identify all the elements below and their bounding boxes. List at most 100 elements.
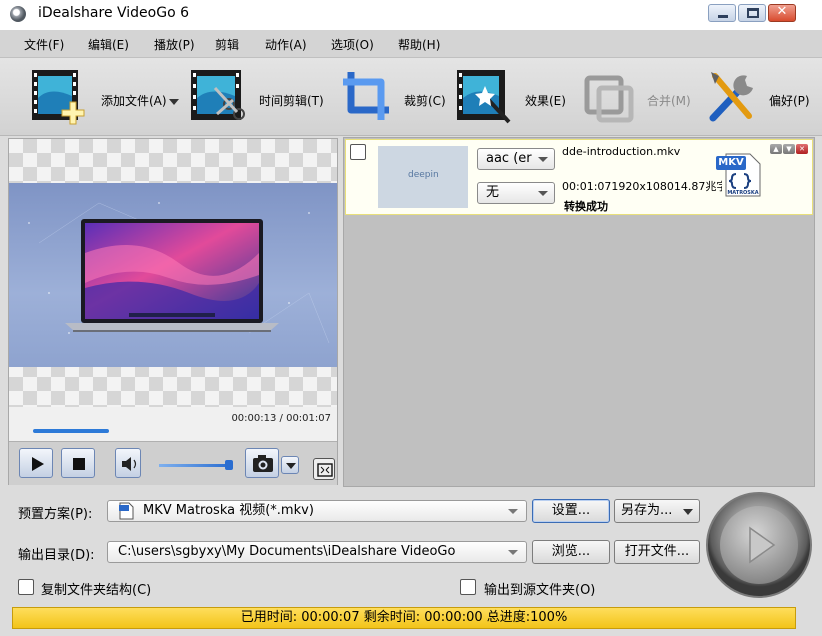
output-source-label: 输出到源文件夹(O) <box>484 583 596 598</box>
chevron-down-icon <box>683 509 693 515</box>
menu-clip[interactable]: 剪辑 <box>215 36 239 53</box>
chevron-down-icon <box>538 191 548 196</box>
menu-bar: 文件(F) 编辑(E) 播放(P) 剪辑 动作(A) 选项(O) 帮助(H) <box>0 30 822 58</box>
menu-help[interactable]: 帮助(H) <box>398 36 440 53</box>
playback-info: 00:00:13 / 00:01:07 <box>9 407 337 441</box>
file-name: dde-introduction.mkv <box>562 145 681 158</box>
chevron-down-icon <box>508 509 518 514</box>
menu-edit[interactable]: 编辑(E) <box>88 36 129 53</box>
output-label: 输出目录(D): <box>18 548 95 563</box>
stop-icon <box>73 458 85 470</box>
fullscreen-icon <box>317 463 333 477</box>
menu-action[interactable]: 动作(A) <box>265 36 307 53</box>
save-as-label: 另存为... <box>621 503 673 518</box>
trim-icon <box>191 70 245 120</box>
crop-icon <box>343 72 389 120</box>
window-title: iDealshare VideoGo 6 <box>38 5 190 21</box>
app-window: iDealshare VideoGo 6 ✕ 文件(F) 编辑(E) 播放(P)… <box>0 0 822 636</box>
save-as-button[interactable]: 另存为... <box>614 499 700 523</box>
add-file-button[interactable]: 添加文件(A) <box>0 58 185 136</box>
thumbnail-text: deepin <box>408 170 439 180</box>
mkv-icon <box>119 502 134 520</box>
status-bar: 已用时间: 00:00:07 剩余时间: 00:00:00 总进度:100% <box>12 607 796 629</box>
maximize-button[interactable] <box>738 4 766 22</box>
play-button[interactable] <box>19 448 53 478</box>
fullscreen-button[interactable] <box>313 458 335 480</box>
settings-button[interactable]: 设置... <box>532 499 610 523</box>
remove-button[interactable]: ✕ <box>796 144 808 154</box>
move-down-button[interactable]: ▼ <box>783 144 795 154</box>
crop-label: 裁剪(C) <box>404 94 446 108</box>
audio-track-select[interactable]: aac (er <box>477 148 555 170</box>
menu-file[interactable]: 文件(F) <box>24 36 64 53</box>
mute-button[interactable] <box>115 448 141 478</box>
open-folder-button[interactable]: 打开文件... <box>614 540 700 564</box>
subtitle-select[interactable]: 无 <box>477 182 555 204</box>
video-frame <box>9 183 337 367</box>
preview-panel: 00:00:13 / 00:01:07 <box>8 138 338 485</box>
copy-structure-checkbox[interactable] <box>18 579 34 595</box>
close-icon: ✕ <box>776 4 788 19</box>
browse-button[interactable]: 浏览... <box>532 540 610 564</box>
preferences-label: 偏好(P) <box>769 94 810 108</box>
trim-label: 时间剪辑(T) <box>259 94 324 108</box>
audio-track-value: aac (er <box>486 151 532 166</box>
menu-options[interactable]: 选项(O) <box>331 36 374 53</box>
preview-canvas <box>9 139 337 441</box>
move-up-button[interactable]: ▲ <box>770 144 782 154</box>
toolbar: 添加文件(A) 时间剪辑(T) 裁剪(C) 效果(E) 合并(M) 偏好(P) <box>0 58 822 136</box>
subtitle-value: 无 <box>486 185 500 200</box>
effect-label: 效果(E) <box>525 94 566 108</box>
file-list: deepin aac (er 无 dde-introduction.mkv 00… <box>343 137 815 487</box>
app-icon <box>10 6 26 22</box>
playback-controls <box>9 441 337 485</box>
output-path-value: C:\users\sgbyxy\My Documents\iDealshare … <box>118 544 456 559</box>
convert-button-face <box>720 506 798 584</box>
add-file-label: 添加文件(A) <box>101 92 179 109</box>
effect-button[interactable]: 效果(E) <box>450 58 575 136</box>
volume-knob[interactable] <box>225 460 233 470</box>
file-checkbox[interactable] <box>350 144 366 160</box>
close-button[interactable]: ✕ <box>768 4 796 22</box>
merge-icon <box>584 75 634 123</box>
minimize-button[interactable] <box>708 4 736 22</box>
chevron-down-icon <box>286 463 296 469</box>
file-thumbnail: deepin <box>378 146 468 208</box>
merge-button[interactable]: 合并(M) <box>575 58 695 136</box>
merge-label: 合并(M) <box>647 94 691 108</box>
output-path-select[interactable]: C:\users\sgbyxy\My Documents\iDealshare … <box>107 541 527 563</box>
camera-icon <box>253 455 273 472</box>
seek-bar[interactable] <box>33 429 109 433</box>
add-file-icon <box>32 70 85 125</box>
file-row[interactable]: deepin aac (er 无 dde-introduction.mkv 00… <box>345 139 813 215</box>
preset-select[interactable]: MKV Matroska 视频(*.mkv) <box>107 500 527 522</box>
preset-value: MKV Matroska 视频(*.mkv) <box>143 503 314 518</box>
volume-slider[interactable] <box>159 464 231 467</box>
file-info: 00:01:071920x108014.87兆字节 <box>562 180 722 193</box>
time-readout: 00:00:13 / 00:01:07 <box>231 413 331 424</box>
crop-button[interactable]: 裁剪(C) <box>335 58 450 136</box>
mkv-badge-text: MKV <box>718 157 744 168</box>
title-bar: iDealshare VideoGo 6 ✕ <box>0 0 822 30</box>
chevron-down-icon <box>168 98 179 105</box>
mkv-format-icon[interactable]: MKV MATROSKA <box>714 152 762 198</box>
snapshot-options-button[interactable] <box>281 456 299 474</box>
stop-button[interactable] <box>61 448 95 478</box>
chevron-down-icon <box>508 550 518 555</box>
effect-icon <box>457 70 511 124</box>
output-source-checkbox[interactable] <box>460 579 476 595</box>
preset-label: 预置方案(P): <box>18 507 93 522</box>
chevron-down-icon <box>538 157 548 162</box>
volume-icon <box>122 457 137 471</box>
play-icon <box>32 457 44 471</box>
video-image <box>28 202 330 344</box>
copy-structure-label: 复制文件夹结构(C) <box>41 583 152 598</box>
tools-icon <box>709 72 753 122</box>
file-status: 转换成功 <box>564 200 608 213</box>
menu-play[interactable]: 播放(P) <box>154 36 195 53</box>
convert-button[interactable] <box>706 492 812 598</box>
mkv-badge-subtext: MATROSKA <box>727 190 759 196</box>
trim-button[interactable]: 时间剪辑(T) <box>185 58 335 136</box>
snapshot-button[interactable] <box>245 448 279 478</box>
preferences-button[interactable]: 偏好(P) <box>695 58 822 136</box>
